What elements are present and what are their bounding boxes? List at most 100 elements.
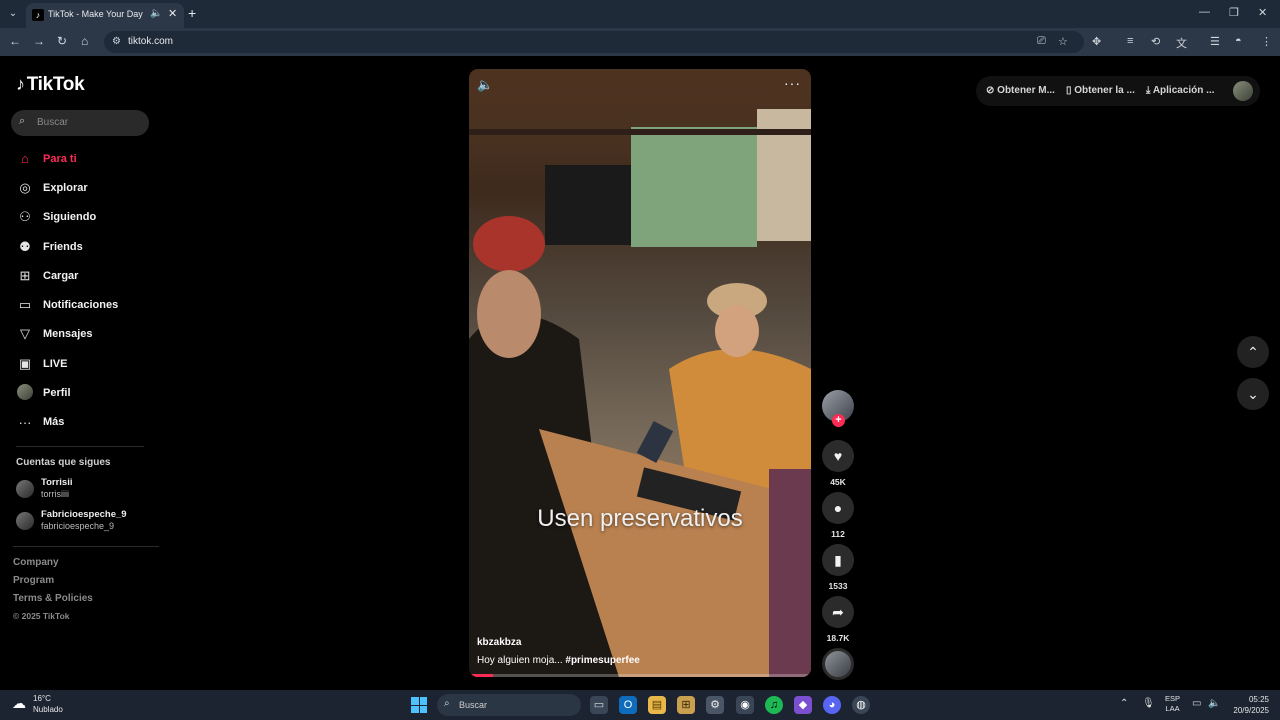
heart-icon[interactable]: ♥ <box>822 440 854 472</box>
task-view-icon[interactable]: ▭ <box>590 696 608 714</box>
url-text[interactable]: tiktok.com <box>128 36 173 47</box>
taskbar-search-placeholder: Buscar <box>459 700 488 710</box>
tiktok-logo[interactable]: ♪ TikTok <box>16 74 85 96</box>
speaker-icon[interactable]: 🔈 <box>1208 698 1220 709</box>
save-action[interactable]: ▮ 1533 <box>822 544 854 591</box>
performance-icon[interactable]: ≡ <box>1127 35 1133 47</box>
reading-list-icon[interactable]: ☰ <box>1210 35 1220 48</box>
visual-studio-icon[interactable]: ◆ <box>794 696 812 714</box>
video-player[interactable]: 🔈 ··· Usen preservativos kbzakbza Hoy al… <box>469 69 811 677</box>
user-avatar[interactable] <box>1233 81 1253 101</box>
following-account[interactable]: Torrisii torrisiiii <box>16 476 156 502</box>
share-icon[interactable]: ➦ <box>822 596 854 628</box>
logo-text: TikTok <box>26 74 85 95</box>
outlook-icon[interactable]: O <box>619 696 637 714</box>
forward-icon[interactable]: → <box>33 34 45 48</box>
maximize-icon[interactable]: ❐ <box>1229 6 1239 19</box>
red-cap <box>473 216 545 272</box>
minimize-icon[interactable]: — <box>1199 6 1210 18</box>
tab-list-chevron-icon[interactable]: ⌄ <box>4 5 22 23</box>
translate-icon[interactable]: 文 <box>1176 35 1187 51</box>
music-disc-icon[interactable] <box>822 648 854 680</box>
nav-item-explorar[interactable]: ◎ Explorar <box>16 173 156 202</box>
windows-start-icon[interactable] <box>411 697 427 713</box>
tab-audio-icon[interactable]: 🔈 <box>150 8 162 19</box>
taskbar-search[interactable]: ⌕ Buscar <box>437 694 581 716</box>
menu-kebab-icon[interactable]: ⋮ <box>1261 35 1272 48</box>
nav-item-mas[interactable]: ··· Más <box>16 408 156 437</box>
spotify-icon[interactable]: ♫ <box>765 696 783 714</box>
site-info-icon[interactable]: ⚙ <box>112 36 121 47</box>
language-indicator[interactable]: ESP LAA <box>1165 694 1180 714</box>
home-button-icon[interactable]: ⌂ <box>81 34 88 48</box>
footer-terms-link[interactable]: Terms & Policies <box>13 593 93 611</box>
history-icon[interactable]: ⟲ <box>1151 35 1160 48</box>
nav-item-friends[interactable]: ⚉ Friends <box>16 232 156 261</box>
settings-gear-icon[interactable]: ⚙ <box>706 696 724 714</box>
discord-icon[interactable]: ◕ <box>823 696 841 714</box>
nav-item-siguiendo[interactable]: ⚇ Siguiendo <box>16 203 156 232</box>
extensions-icon[interactable]: ✥ <box>1092 35 1101 48</box>
next-video-chevron-down-icon[interactable]: ⌄ <box>1237 378 1269 410</box>
bookmark-star-icon[interactable]: ☆ <box>1058 35 1068 48</box>
microphone-icon[interactable]: 🎙 <box>1142 698 1155 709</box>
window-close-icon[interactable]: ✕ <box>1258 6 1267 19</box>
browser-tabbar: ⌄ ♪ TikTok - Make Your Day 🔈 ✕ + — ❐ ✕ <box>0 0 1280 28</box>
nav-item-cargar[interactable]: ⊞ Cargar <box>16 261 156 290</box>
nav-item-notificaciones[interactable]: ▭ Notificaciones <box>16 290 156 319</box>
steam-icon[interactable]: ◍ <box>852 696 870 714</box>
description-text: Hoy alguien moja... <box>477 655 563 666</box>
taskbar-clock[interactable]: 05:25 20/9/2025 <box>1227 694 1269 716</box>
search-input[interactable]: ⌕ Buscar <box>11 110 149 136</box>
previous-video-chevron-up-icon[interactable]: ⌃ <box>1237 336 1269 368</box>
share-action[interactable]: ➦ 18.7K <box>822 596 854 643</box>
browser-tab[interactable]: ♪ TikTok - Make Your Day 🔈 ✕ <box>26 3 184 28</box>
weather-temp[interactable]: 16°C <box>33 694 51 703</box>
back-icon[interactable]: ← <box>9 34 21 48</box>
profile-icon[interactable]: ◓ <box>1235 35 1242 47</box>
account-username: fabricioespeche_9 <box>41 521 115 531</box>
hashtag-link[interactable]: #primesuperfee <box>565 655 639 666</box>
button-label: Obtener la ... <box>1074 85 1135 96</box>
desktop-app-button[interactable]: ⤓ Aplicación ... <box>1146 85 1215 96</box>
nav-item-para-ti[interactable]: ⌂ Para ti <box>16 144 156 173</box>
comment-action[interactable]: ● 112 <box>822 492 854 539</box>
footer-company-link[interactable]: Company <box>13 557 93 575</box>
following-icon: ⚇ <box>19 209 31 225</box>
footer-copyright: © 2025 TikTok <box>13 611 70 621</box>
video-frame <box>469 109 811 677</box>
footer-program-link[interactable]: Program <box>13 575 93 593</box>
nav-item-mensajes[interactable]: ▽ Mensajes <box>16 320 156 349</box>
like-count: 45K <box>830 477 846 487</box>
top-actions-bar: ⊘ Obtener M... ▯ Obtener la ... ⤓ Aplica… <box>976 76 1260 106</box>
new-tab-icon[interactable]: + <box>188 5 196 21</box>
following-account[interactable]: Fabricioespeche_9 fabricioespeche_9 <box>16 508 156 534</box>
nav-item-live[interactable]: ▣ LIVE <box>16 349 156 378</box>
get-coins-button[interactable]: ⊘ Obtener M... <box>986 85 1055 96</box>
video-progress-bar[interactable] <box>469 674 811 677</box>
weather-cloud-icon[interactable]: ☁ <box>12 695 26 712</box>
file-explorer-icon[interactable]: ▤ <box>648 696 666 714</box>
more-options-icon[interactable]: ··· <box>784 75 801 91</box>
chrome-icon[interactable]: ◉ <box>736 696 754 714</box>
reload-icon[interactable]: ↻ <box>57 34 67 48</box>
store-icon[interactable]: ⊞ <box>677 696 695 714</box>
get-app-button[interactable]: ▯ Obtener la ... <box>1066 85 1135 96</box>
follow-plus-icon[interactable]: + <box>832 414 845 427</box>
sidebar-divider <box>13 546 159 547</box>
video-description: Hoy alguien moja... #primesuperfee <box>477 655 640 666</box>
cast-icon[interactable]: ⎚ <box>1037 35 1046 48</box>
messages-icon: ▽ <box>20 326 30 342</box>
weather-desc[interactable]: Nublado <box>33 705 63 714</box>
comment-icon[interactable]: ● <box>822 492 854 524</box>
network-icon[interactable]: ▭ <box>1192 698 1201 709</box>
nav-item-perfil[interactable]: Perfil <box>16 378 156 407</box>
video-author[interactable]: kbzakbza <box>477 637 521 648</box>
address-bar[interactable]: ⚙ tiktok.com <box>104 31 1084 53</box>
sidebar-footer: Company Program Terms & Policies © 2025 … <box>13 557 93 629</box>
like-action[interactable]: ♥ 45K <box>822 440 854 487</box>
bookmark-icon[interactable]: ▮ <box>822 544 854 576</box>
tab-close-icon[interactable]: ✕ <box>168 7 177 20</box>
tray-chevron-up-icon[interactable]: ⌃ <box>1120 698 1128 709</box>
volume-icon[interactable]: 🔈 <box>477 77 493 93</box>
